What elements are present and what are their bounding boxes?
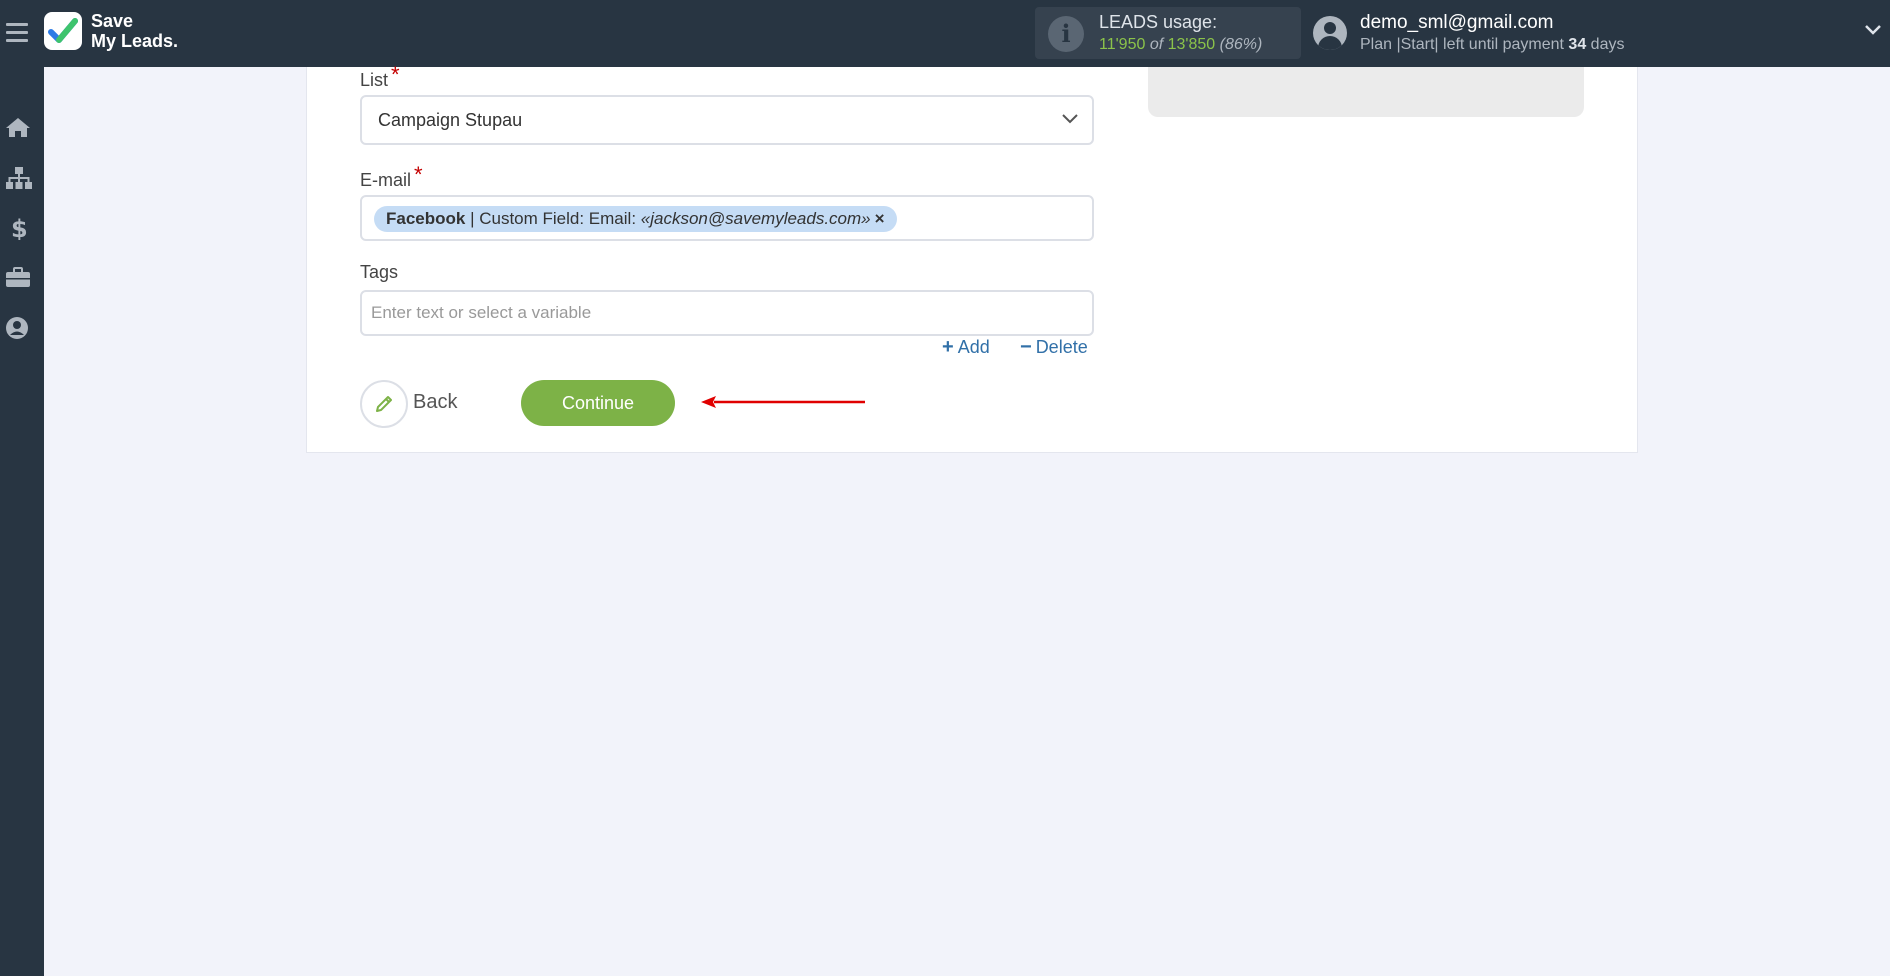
usage-of: of [1149,36,1164,53]
brand-name: Save My Leads. [91,11,178,51]
user-circle-icon [6,317,28,339]
preview-card [1148,67,1584,117]
sidebar-item-connections[interactable] [0,152,44,202]
continue-button[interactable]: Continue [521,380,675,426]
add-button[interactable]: + Add [942,336,990,359]
minus-icon: − [1020,336,1032,358]
sidebar: $ [0,67,44,976]
chevron-down-icon[interactable] [1864,24,1882,36]
add-label: Add [957,337,990,357]
email-label: E-mail * [360,162,423,192]
usage-values: 11'950 of 13'850 (86%) [1099,36,1262,54]
variable-chip[interactable]: Facebook | Custom Field: Email: «jackson… [374,206,897,232]
leads-usage-widget: i LEADS usage: 11'950 of 13'850 (86%) [1035,7,1301,59]
list-selected-value: Campaign Stupau [378,110,523,130]
checkmark-logo-icon [48,18,78,43]
usage-used: 11'950 [1099,36,1146,53]
dollar-icon: $ [11,216,28,240]
list-label-text: List [360,70,389,90]
list-select[interactable]: Campaign Stupau [360,95,1094,145]
delete-label: Delete [1035,337,1088,357]
chip-value: «jackson@savemyleads.com» [640,209,871,228]
sidebar-item-home[interactable] [0,102,44,152]
pencil-icon [376,396,392,412]
delete-button[interactable]: − Delete [1020,336,1088,359]
chevron-down-icon [1062,114,1078,124]
list-label: List * [360,62,400,92]
back-label: Back [413,391,458,413]
hamburger-menu-icon[interactable] [6,23,28,43]
brand-line-2: My Leads. [91,31,179,51]
plan-days: 34 [1568,36,1587,53]
chip-remove-icon[interactable]: × [875,209,885,228]
plan-days-suffix: days [1590,36,1625,53]
sitemap-icon [6,167,32,189]
red-arrow-annotation [701,396,865,408]
back-circle [360,380,408,428]
info-icon[interactable]: i [1048,16,1084,52]
user-plan-info: Plan |Start| left until payment 34 days [1360,36,1624,54]
email-label-text: E-mail [360,170,412,190]
sidebar-item-services[interactable] [0,252,44,302]
email-field[interactable]: Facebook | Custom Field: Email: «jackson… [360,195,1094,241]
home-icon [6,118,30,137]
tags-label: Tags [360,262,399,282]
usage-title: LEADS usage: [1099,12,1218,32]
usage-total: 13'850 [1167,36,1216,53]
user-email[interactable]: demo_sml@gmail.com [1360,12,1554,34]
required-marker: * [414,162,423,187]
top-bar: Save My Leads. i LEADS usage: 11'950 of … [0,0,1890,67]
chip-source: Facebook [386,209,466,228]
chip-field: | Custom Field: Email: [465,209,641,228]
save-my-leads-logo[interactable] [44,12,82,50]
required-marker: * [391,62,400,87]
sidebar-item-account[interactable] [0,302,44,352]
plan-prefix: Plan |Start| left until payment [1360,36,1564,53]
brand-line-1: Save [91,11,134,31]
svg-text:$: $ [11,216,28,240]
plus-icon: + [942,336,954,358]
user-avatar-icon[interactable] [1313,16,1347,50]
tags-input[interactable] [360,290,1094,336]
sidebar-item-billing[interactable]: $ [0,202,44,252]
usage-percent: (86%) [1219,36,1263,53]
briefcase-icon [6,267,30,287]
